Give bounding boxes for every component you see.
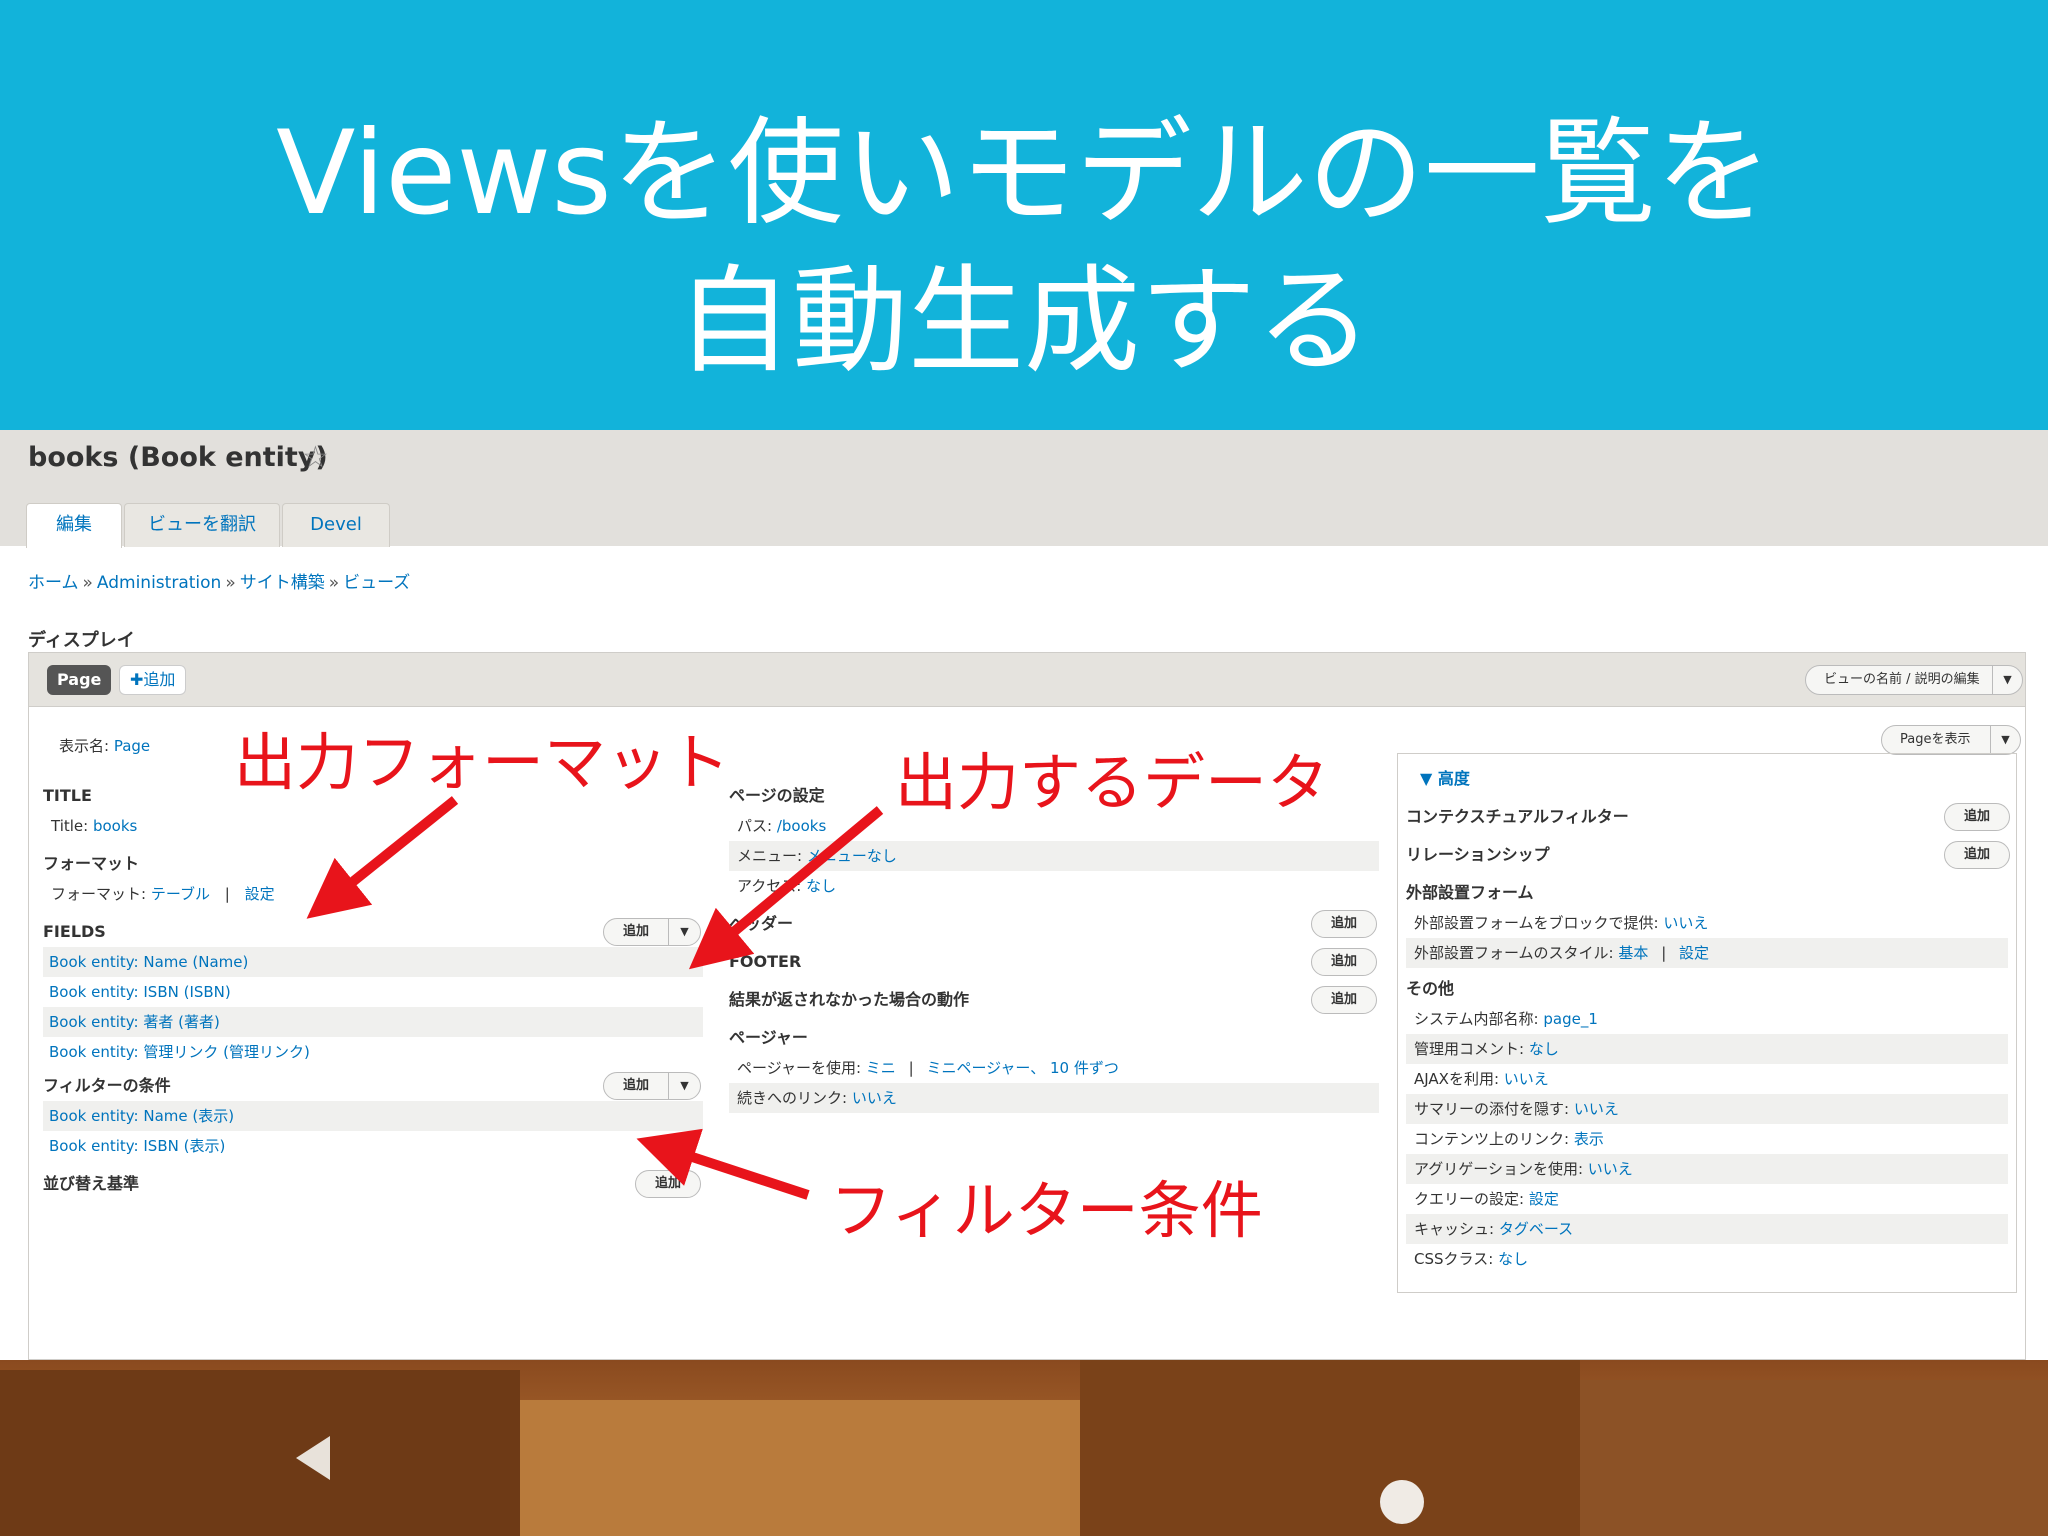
slide-title-line-1: Viewsを使いモデルの一覧を	[276, 106, 1772, 241]
photo-plaza	[520, 1400, 1080, 1536]
photo-building	[1580, 1380, 2048, 1536]
circle-marker-icon	[1380, 1480, 1424, 1524]
slide-title-band: Viewsを使いモデルの一覧を 自動生成する	[0, 0, 2048, 430]
photo-background	[0, 1360, 2048, 1536]
annotation-filter-condition: フィルター条件	[830, 1174, 1263, 1247]
arrow-icon	[688, 806, 884, 970]
arrow-icon	[636, 1128, 810, 1200]
slide-title-line-2: 自動生成する	[676, 254, 1372, 389]
slide-title: Viewsを使いモデルの一覧を 自動生成する	[0, 100, 2048, 396]
arrow-icon	[306, 796, 459, 919]
photo-building	[0, 1370, 520, 1536]
annotation-output-format: 出力フォーマット	[234, 726, 731, 799]
annotation-output-data: 出力するデータ	[895, 746, 1330, 819]
views-admin-screenshot: books (Book entity) ☆ 編集 ビューを翻訳 Devel ホー…	[0, 430, 2048, 1360]
play-marker-icon	[296, 1436, 330, 1480]
photo-building	[1080, 1360, 1580, 1536]
